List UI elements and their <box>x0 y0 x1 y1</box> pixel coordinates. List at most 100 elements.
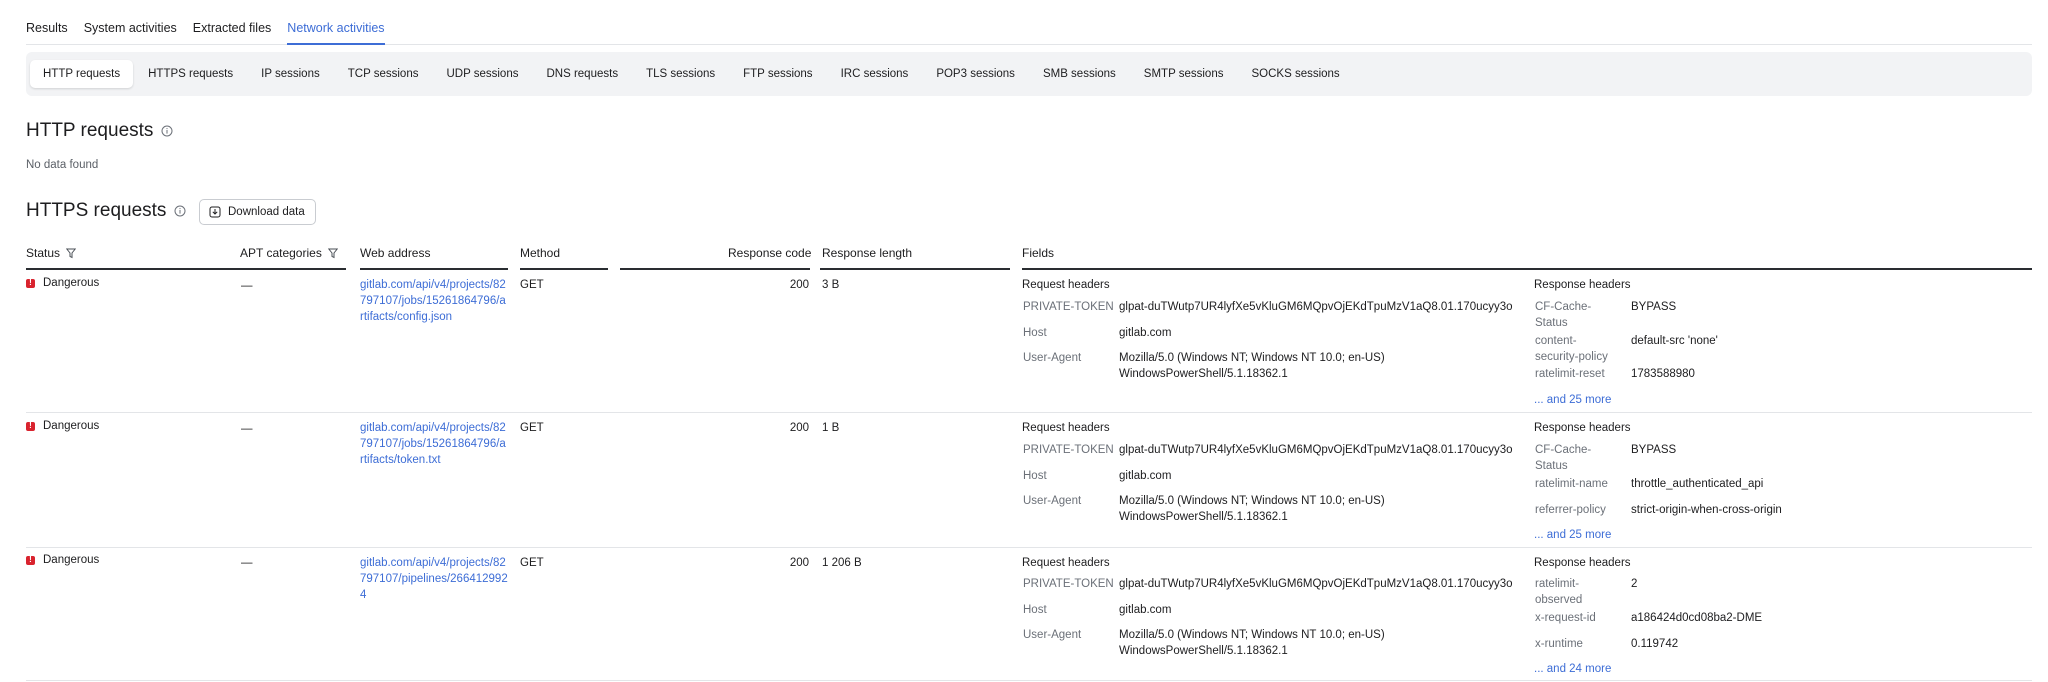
http-requests-heading: HTTP requests <box>26 120 173 142</box>
header-underline <box>520 268 608 270</box>
response-length: 1 B <box>822 422 840 434</box>
response-header-key: content-security-policy <box>1535 333 1623 365</box>
column-header-method[interactable]: Method <box>520 245 560 261</box>
response-length: 1 206 B <box>822 557 862 569</box>
column-header-fields: Fields <box>1022 246 1055 260</box>
request-header-key: Host <box>1023 470 1047 482</box>
status-text: Dangerous <box>43 420 100 432</box>
status-badge: Dangerous <box>26 275 99 291</box>
subtab-smb-sessions[interactable]: SMB sessions <box>1030 60 1129 88</box>
request-header-key: PRIVATE-TOKEN <box>1023 444 1114 456</box>
info-icon[interactable] <box>161 125 173 137</box>
subtab-ftp-sessions[interactable]: FTP sessions <box>730 60 825 88</box>
http-requests-title: HTTP requests <box>26 120 154 141</box>
subtab-pop3-sessions[interactable]: POP3 sessions <box>923 60 1028 88</box>
response-header-key-line: Status <box>1535 317 1568 329</box>
response-header-value: BYPASS <box>1631 301 1677 313</box>
request-header-value-cont: WindowsPowerShell/5.1.18362.1 <box>1119 645 1288 657</box>
response-header-key-line: CF-Cache- <box>1535 301 1592 313</box>
response-header-key-line: ratelimit- <box>1535 578 1580 590</box>
response-header-key: CF-Cache- Status <box>1535 299 1623 331</box>
response-header-value: BYPASS <box>1631 444 1677 456</box>
show-more-link[interactable]: ... and 25 more <box>1534 392 1611 408</box>
response-header-key: ratelimit-reset <box>1535 368 1605 380</box>
apt-category: — <box>241 557 253 569</box>
header-underline <box>620 268 810 270</box>
response-header-value: 2 <box>1631 578 1638 590</box>
tab-network-activities[interactable]: Network activities <box>287 14 385 45</box>
response-header-value: default-src 'none' <box>1631 335 1718 347</box>
response-header-key: x-request-id <box>1535 612 1596 624</box>
header-underline <box>820 268 1010 270</box>
request-headers-label: Request headers <box>1022 422 1110 434</box>
request-headers-label: Request headers <box>1022 279 1110 291</box>
subtab-https-requests[interactable]: HTTPS requests <box>135 60 246 88</box>
response-headers-label: Response headers <box>1534 279 1631 291</box>
response-header-key-line: observed <box>1535 594 1583 606</box>
tab-results[interactable]: Results <box>26 14 68 45</box>
https-requests-heading: HTTPS requests <box>26 200 186 222</box>
column-header-apt-label: APT categories <box>240 246 322 260</box>
show-more-link[interactable]: ... and 24 more <box>1534 661 1611 677</box>
show-more-link[interactable]: ... and 25 more <box>1534 527 1611 543</box>
filter-icon[interactable] <box>327 248 338 259</box>
request-header-value: Mozilla/5.0 (Windows NT; Windows NT 10.0… <box>1119 352 1385 364</box>
download-data-button[interactable]: Download data <box>199 199 316 225</box>
response-code: 200 <box>789 279 809 291</box>
request-header-key: User-Agent <box>1023 495 1082 507</box>
row-separator <box>26 412 2032 413</box>
request-header-value: glpat-duTWutp7UR4lyfXe5vKluGM6MQpvOjEKdT… <box>1119 301 1513 313</box>
column-header-response-code[interactable]: Response code <box>728 245 811 261</box>
method: GET <box>520 557 544 569</box>
https-requests-title: HTTPS requests <box>26 200 167 221</box>
column-header-status[interactable]: Status <box>26 245 77 261</box>
request-header-value: gitlab.com <box>1119 470 1172 482</box>
subtab-tcp-sessions[interactable]: TCP sessions <box>335 60 432 88</box>
network-sub-tabs: HTTP requests HTTPS requests IP sessions… <box>26 52 2032 96</box>
status-text: Dangerous <box>43 554 100 566</box>
download-data-label: Download data <box>228 206 305 218</box>
status-text: Dangerous <box>43 277 100 289</box>
response-header-value: strict-origin-when-cross-origin <box>1631 504 1782 516</box>
subtab-tls-sessions[interactable]: TLS sessions <box>633 60 728 88</box>
response-header-key-line: Status <box>1535 460 1568 472</box>
subtab-udp-sessions[interactable]: UDP sessions <box>433 60 531 88</box>
web-address-link[interactable]: gitlab.com/api/v4/projects/82797107/jobs… <box>360 277 508 325</box>
request-header-key: Host <box>1023 327 1047 339</box>
apt-category: — <box>241 423 253 435</box>
request-header-key: PRIVATE-TOKEN <box>1023 578 1114 590</box>
column-header-apt-categories[interactable]: APT categories <box>240 245 338 261</box>
web-address-link[interactable]: gitlab.com/api/v4/projects/82797107/jobs… <box>360 420 508 468</box>
subtab-http-requests[interactable]: HTTP requests <box>30 60 134 88</box>
row-separator <box>26 680 2032 681</box>
request-headers-label: Request headers <box>1022 557 1110 569</box>
response-header-key-line: CF-Cache- <box>1535 444 1592 456</box>
subtab-smtp-sessions[interactable]: SMTP sessions <box>1131 60 1237 88</box>
response-header-key-line: security-policy <box>1535 351 1608 363</box>
filter-icon[interactable] <box>66 248 77 259</box>
row-separator <box>26 547 2032 548</box>
no-data-text: No data found <box>26 159 99 171</box>
request-header-value: glpat-duTWutp7UR4lyfXe5vKluGM6MQpvOjEKdT… <box>1119 578 1513 590</box>
request-header-key: PRIVATE-TOKEN <box>1023 301 1114 313</box>
response-header-key: CF-Cache- Status <box>1535 442 1623 474</box>
top-tabs: Results System activities Extracted file… <box>26 14 2032 45</box>
request-header-value: gitlab.com <box>1119 327 1172 339</box>
header-underline <box>26 268 346 270</box>
subtab-dns-requests[interactable]: DNS requests <box>533 60 631 88</box>
subtab-socks-sessions[interactable]: SOCKS sessions <box>1238 60 1352 88</box>
response-header-value: 0.119742 <box>1631 638 1679 650</box>
subtab-irc-sessions[interactable]: IRC sessions <box>828 60 922 88</box>
header-underline <box>1022 268 2032 270</box>
status-badge: Dangerous <box>26 418 99 434</box>
tab-system-activities[interactable]: System activities <box>84 14 177 45</box>
apt-category: — <box>241 280 253 292</box>
subtab-ip-sessions[interactable]: IP sessions <box>248 60 333 88</box>
tab-extracted-files[interactable]: Extracted files <box>193 14 272 45</box>
method: GET <box>520 279 544 291</box>
column-header-web-address[interactable]: Web address <box>360 245 430 261</box>
info-icon[interactable] <box>174 205 186 217</box>
column-header-response-length[interactable]: Response length <box>822 245 912 261</box>
request-header-value: Mozilla/5.0 (Windows NT; Windows NT 10.0… <box>1119 629 1385 641</box>
web-address-link[interactable]: gitlab.com/api/v4/projects/82797107/pipe… <box>360 555 508 603</box>
